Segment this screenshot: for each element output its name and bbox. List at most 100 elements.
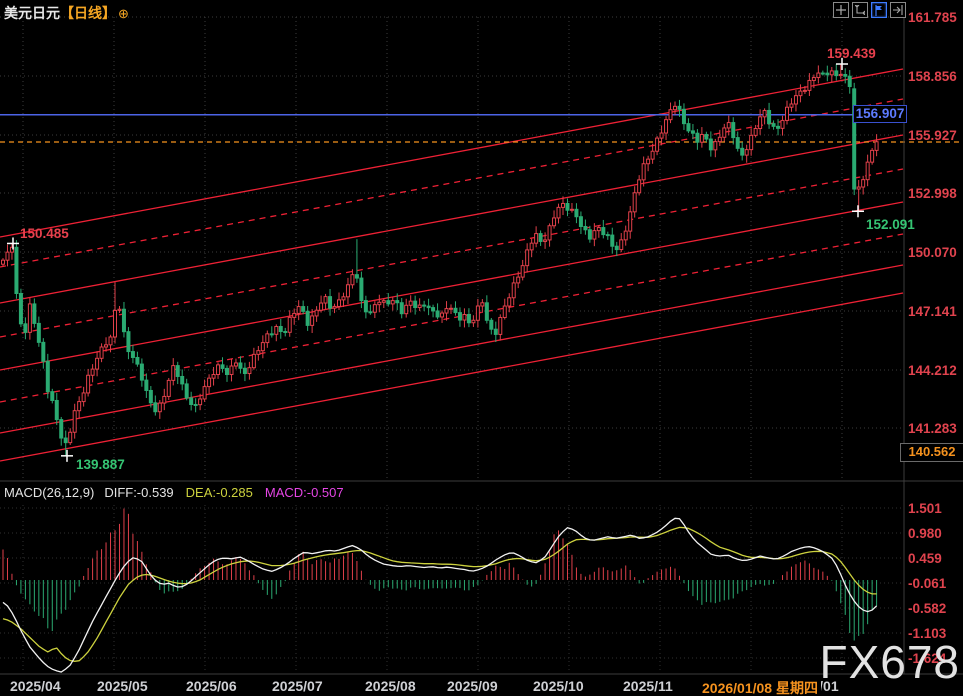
candle-body — [651, 151, 654, 159]
candle-body — [266, 334, 269, 343]
candle-body — [624, 231, 627, 240]
candle-body — [606, 235, 609, 236]
candle-body — [275, 327, 278, 335]
candle-body — [114, 310, 117, 337]
candle-body — [127, 332, 130, 352]
candle-body — [167, 380, 170, 396]
candle-body — [741, 148, 744, 155]
candle-body — [423, 305, 426, 306]
candle-body — [105, 345, 108, 347]
macd-params-label: MACD(26,12,9) — [4, 485, 94, 500]
candle-body — [333, 306, 336, 308]
candle-body — [799, 91, 802, 96]
candle-body — [759, 117, 762, 129]
candle-body — [826, 73, 829, 75]
candle-body — [696, 133, 699, 142]
candle-body — [338, 300, 341, 307]
candle-body — [230, 366, 233, 375]
candle-body — [665, 120, 668, 133]
candle-body — [324, 297, 327, 303]
candle-body — [499, 317, 502, 334]
candle-body — [257, 351, 260, 355]
candle-body — [432, 308, 435, 311]
candle-body — [217, 365, 220, 375]
candle-body — [315, 310, 318, 316]
candle-body — [763, 110, 766, 116]
marker-flag-tool-button[interactable] — [871, 2, 887, 18]
candle-body — [642, 164, 645, 180]
candle-body — [472, 320, 475, 322]
candle-body — [512, 283, 515, 298]
pan-right-tool-button[interactable] — [890, 2, 906, 18]
price-axis-label: 161.785 — [908, 10, 957, 25]
chart-background — [0, 0, 963, 696]
macd-axis-label: -0.061 — [908, 576, 947, 591]
candle-body — [450, 308, 453, 309]
candle-body — [342, 297, 345, 300]
candle-body — [584, 226, 587, 229]
candle-body — [835, 71, 838, 76]
trading-app-window: 150.485139.887159.439152.091161.785158.8… — [0, 0, 963, 696]
candle-body — [279, 327, 282, 332]
candle-body — [768, 110, 771, 123]
candle-body — [517, 277, 520, 283]
candle-body — [181, 376, 184, 383]
candle-body — [73, 411, 76, 433]
candle-body — [875, 142, 878, 151]
price-axis-label: 152.998 — [908, 186, 957, 201]
candle-body — [208, 378, 211, 386]
candle-body — [579, 217, 582, 227]
candle-body — [445, 309, 448, 313]
time-axis-label: 2025/06 — [186, 678, 237, 694]
time-axis-label: 2025/04 — [10, 678, 61, 694]
candle-body — [82, 393, 85, 402]
price-axis-label: 144.212 — [908, 363, 957, 378]
candle-body — [60, 420, 63, 438]
candle-body — [441, 313, 444, 317]
price-macd-chart[interactable]: 150.485139.887159.439152.091161.785158.8… — [0, 0, 963, 696]
time-axis-label: 2025/11 — [623, 678, 673, 694]
candle-body — [396, 301, 399, 303]
candle-body — [149, 390, 152, 402]
candle-body — [821, 73, 824, 74]
move-icon — [836, 5, 846, 15]
candle-body — [239, 363, 242, 368]
move-tool-button[interactable] — [833, 2, 849, 18]
candle-body — [638, 180, 641, 193]
candle-body — [154, 403, 157, 412]
extreme-price-label: 159.439 — [827, 46, 876, 61]
candle-body — [414, 301, 417, 307]
candle-body — [575, 209, 578, 216]
candle-body — [830, 71, 833, 75]
chart-title: 美元日元【日线】⊕ — [4, 3, 129, 23]
candle-body — [78, 402, 81, 411]
candle-body — [364, 301, 367, 312]
time-axis-label: 2025/08 — [365, 678, 416, 694]
candle-body — [490, 320, 493, 329]
candle-body — [593, 231, 596, 239]
candle-body — [463, 314, 466, 320]
candle-body — [476, 306, 479, 320]
horizontal-line-price-label[interactable]: 156.907 — [853, 105, 907, 123]
add-indicator-icon[interactable]: ⊕ — [118, 6, 129, 21]
time-axis-label: 2025/10 — [533, 678, 584, 694]
price-axis-label: 147.141 — [908, 304, 957, 319]
candle-body — [185, 384, 188, 398]
candle-body — [535, 234, 538, 244]
candle-body — [158, 403, 161, 412]
candle-body — [539, 234, 542, 242]
candle-body — [145, 380, 148, 390]
timeframe-label: 【日线】 — [60, 5, 116, 21]
axis-scale-tool-button[interactable] — [852, 2, 868, 18]
candle-body — [844, 74, 847, 76]
candle-body — [382, 301, 385, 303]
candle-body — [64, 438, 67, 443]
candle-body — [122, 309, 125, 331]
candle-body — [33, 304, 36, 323]
macd-dea-value: DEA:-0.285 — [186, 485, 253, 500]
symbol-name: 美元日元 — [4, 5, 60, 21]
candle-body — [163, 396, 166, 403]
candle-body — [508, 298, 511, 306]
candle-body — [530, 243, 533, 250]
candle-body — [597, 228, 600, 231]
